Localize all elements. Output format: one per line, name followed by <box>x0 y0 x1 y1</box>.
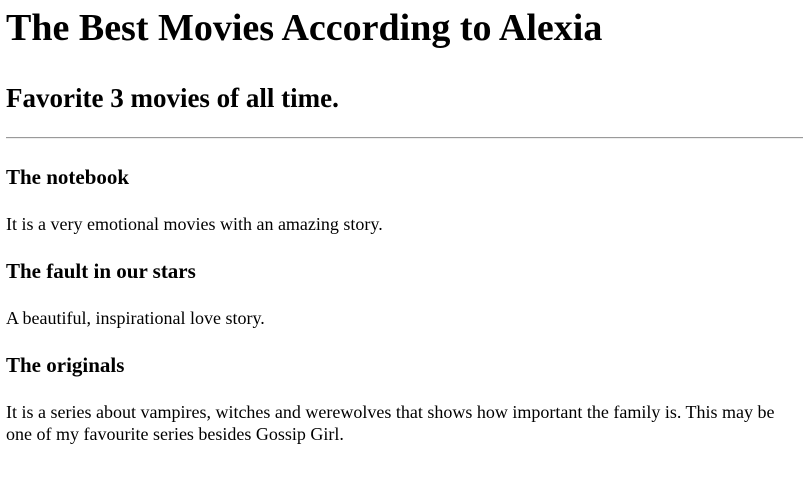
movie-description: A beautiful, inspirational love story. <box>6 308 265 328</box>
movie-description: It is a series about vampires, witches a… <box>6 402 775 444</box>
movie-entry: The notebook It is a very emotional movi… <box>6 139 803 235</box>
movie-entry: The originals It is a series about vampi… <box>6 329 803 445</box>
movie-description: It is a very emotional movies with an am… <box>6 214 383 234</box>
page-subtitle: Favorite 3 movies of all time. <box>6 83 339 113</box>
movie-title: The fault in our stars <box>6 259 196 283</box>
movie-entry: The fault in our stars A beautiful, insp… <box>6 235 803 329</box>
movie-title: The originals <box>6 353 125 377</box>
page-title: The Best Movies According to Alexia <box>6 7 603 49</box>
movie-list: The notebook It is a very emotional movi… <box>6 139 803 445</box>
movie-title: The notebook <box>6 165 130 189</box>
page-content: The Best Movies According to Alexia Favo… <box>0 0 809 445</box>
